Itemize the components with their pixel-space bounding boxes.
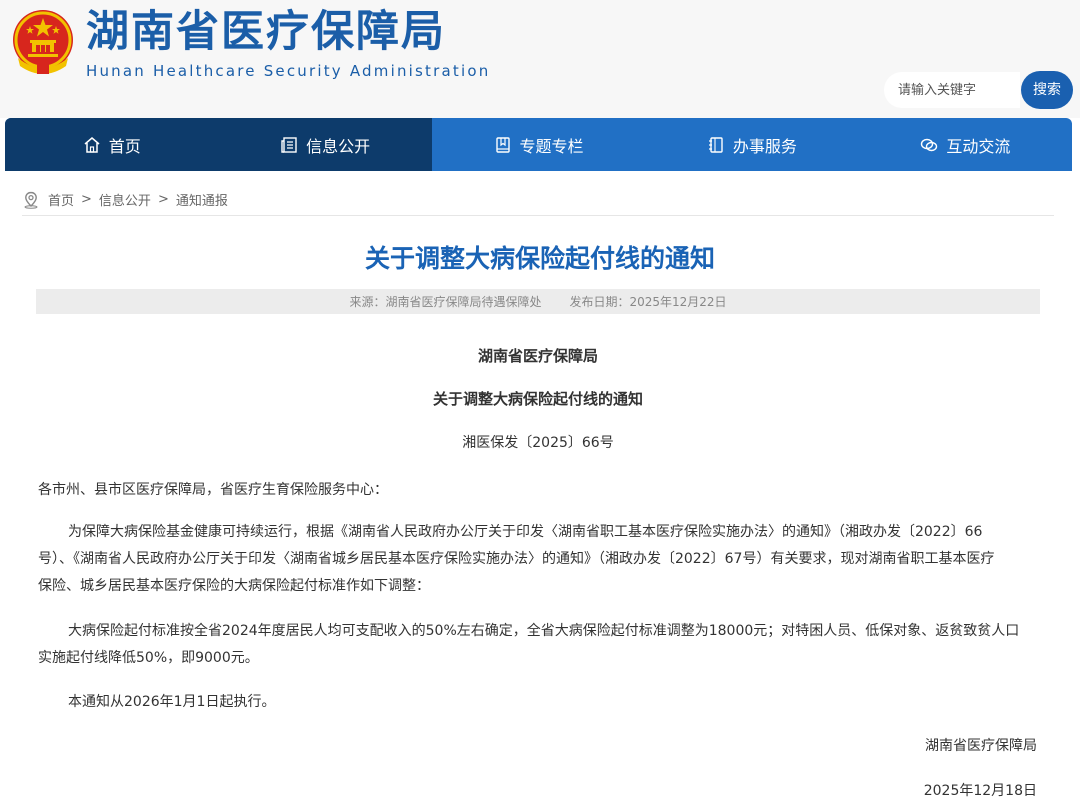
location-pin-icon [24, 191, 38, 209]
doc-signature: 湖南省医疗保障局 [925, 738, 1037, 754]
breadcrumb-separator: > [157, 192, 169, 207]
breadcrumb-info-disclosure[interactable]: 信息公开 [99, 190, 151, 209]
doc-paragraph-line: 实施起付线降低50%，即9000元。 [38, 650, 259, 666]
nav-interaction-label: 互动交流 [946, 136, 1011, 156]
doc-paragraph-line: 保险、城乡居民基本医疗保险的大病保险起付标准作如下调整： [38, 578, 430, 594]
nav-interaction[interactable]: 互动交流 [859, 118, 1072, 171]
search-input[interactable] [898, 72, 1018, 108]
breadcrumb-home[interactable]: 首页 [48, 190, 74, 209]
notebook-icon [708, 136, 723, 153]
article-source: 来源：湖南省医疗保障局待遇保障处 [349, 295, 542, 309]
search-button[interactable]: 搜索 [1021, 71, 1073, 109]
breadcrumb-separator: > [81, 192, 92, 207]
site-title: 湖南省医疗保障局 [86, 7, 446, 57]
nav-info-disclosure[interactable]: 信息公开 [218, 118, 432, 171]
nav-topics[interactable]: 专题专栏 [432, 118, 645, 171]
doc-number: 湘医保发〔2025〕66号 [462, 435, 614, 451]
doc-paragraph: 本通知从2026年1月1日起执行。 [68, 694, 276, 710]
home-icon [84, 136, 100, 153]
nav-services[interactable]: 办事服务 [645, 118, 858, 171]
nav-services-label: 办事服务 [732, 136, 797, 156]
breadcrumb: 首页 > 信息公开 > 通知通报 [22, 190, 228, 209]
national-emblem-icon [13, 10, 73, 74]
article-title: 关于调整大病保险起付线的通知 [364, 244, 715, 273]
doc-paragraph-line: 大病保险起付标准按全省2024年度居民人均可支配收入的50%左右确定，全省大病保… [68, 623, 1020, 639]
nav-info-label: 信息公开 [306, 136, 371, 156]
doc-salutation: 各市州、县市区医疗保障局，省医疗生育保险服务中心： [38, 482, 388, 498]
doc-org: 湖南省医疗保障局 [477, 347, 598, 365]
nav-home[interactable]: 首页 [5, 118, 219, 171]
doc-title: 关于调整大病保险起付线的通知 [432, 390, 643, 408]
breadcrumb-notices[interactable]: 通知通报 [176, 190, 228, 209]
doc-sign-date: 2025年12月18日 [923, 783, 1037, 799]
chat-icon [921, 138, 938, 151]
doc-paragraph-line: 为保障大病保险基金健康可持续运行，根据《湖南省人民政府办公厅关于印发〈湖南省职工… [68, 524, 983, 540]
search-box [884, 72, 1020, 108]
book-icon [495, 136, 510, 153]
news-icon [281, 136, 297, 153]
header: 湖南省医疗保障局 Hunan Healthcare Security Admin… [0, 0, 1080, 118]
nav-home-label: 首页 [108, 136, 141, 156]
nav-topics-label: 专题专栏 [519, 136, 584, 156]
article-publish-date: 发布日期：2025年12月22日 [569, 295, 727, 309]
main-nav: 首页 信息公开 专题专栏 办事服务 互动交流 [5, 118, 1072, 171]
article-meta: 来源：湖南省医疗保障局待遇保障处 发布日期：2025年12月22日 [36, 289, 1040, 314]
breadcrumb-divider [22, 215, 1054, 216]
doc-paragraph-line: 号）、《湖南省人民政府办公厅关于印发〈湖南省城乡居民基本医疗保险实施办法〉的通知… [38, 551, 995, 567]
site-subtitle: Hunan Healthcare Security Administration [86, 62, 491, 80]
